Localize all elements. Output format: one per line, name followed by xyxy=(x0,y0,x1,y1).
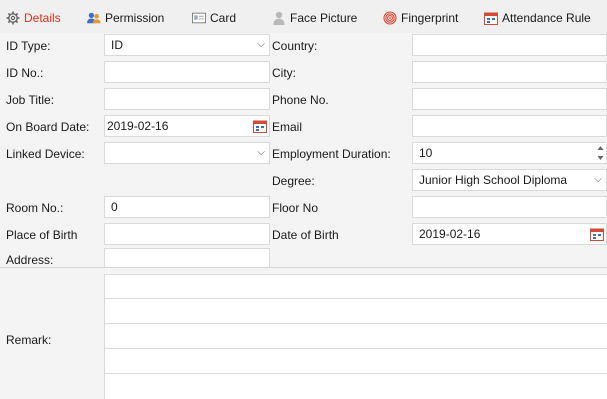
tab-face-picture[interactable]: Face Picture xyxy=(272,10,357,26)
tab-details-label: Details xyxy=(24,11,61,25)
email-label: Email xyxy=(272,120,303,134)
tab-bar: Details Permission Card Face Picture Fin… xyxy=(0,0,607,34)
remark-label: Remark: xyxy=(6,333,52,347)
tab-permission-label: Permission xyxy=(105,11,165,25)
degree-label: Degree: xyxy=(272,174,315,188)
remark-line xyxy=(104,298,607,299)
on-board-date-input[interactable]: 2019-02-16 xyxy=(104,115,270,137)
id-type-label: ID Type: xyxy=(6,39,51,53)
id-no-label: ID No.: xyxy=(6,66,44,80)
remark-line xyxy=(104,323,607,324)
calendar-icon xyxy=(484,11,498,25)
id-type-value: ID xyxy=(111,38,123,52)
id-no-input[interactable] xyxy=(104,61,270,83)
room-no-input[interactable]: 0 xyxy=(104,196,270,218)
tab-face-picture-label: Face Picture xyxy=(290,11,358,25)
address-input[interactable] xyxy=(104,248,270,268)
tab-fingerprint[interactable]: Fingerprint xyxy=(383,10,458,26)
users-icon xyxy=(87,11,101,25)
calendar-picker-icon[interactable] xyxy=(253,119,267,133)
tab-attendance-rule-label: Attendance Rule xyxy=(502,11,591,25)
card-icon xyxy=(192,11,206,25)
country-label: Country: xyxy=(272,39,318,53)
section-divider xyxy=(0,267,607,268)
calendar-picker-icon[interactable] xyxy=(590,227,604,241)
employment-duration-stepper[interactable]: 10 xyxy=(412,142,607,164)
fingerprint-icon xyxy=(383,11,397,25)
tab-card-label: Card xyxy=(210,11,237,25)
date-of-birth-value: 2019-02-16 xyxy=(419,227,481,241)
person-icon xyxy=(272,11,286,25)
address-label: Address: xyxy=(6,253,54,267)
tab-permission[interactable]: Permission xyxy=(87,10,164,26)
phone-no-label: Phone No. xyxy=(272,93,329,107)
degree-value: Junior High School Diploma xyxy=(419,173,568,187)
place-of-birth-input[interactable] xyxy=(104,223,270,245)
on-board-date-value: 2019-02-16 xyxy=(107,119,169,133)
degree-select[interactable]: Junior High School Diploma ⌵ xyxy=(412,169,607,191)
gear-icon xyxy=(6,11,20,25)
tab-details[interactable]: Details xyxy=(6,10,61,26)
email-input[interactable] xyxy=(412,115,607,137)
floor-no-label: Floor No xyxy=(272,201,319,215)
chevron-down-icon: ⌵ xyxy=(257,39,265,50)
date-of-birth-label: Date of Birth xyxy=(272,228,339,242)
remark-line xyxy=(104,348,607,349)
room-no-value: 0 xyxy=(111,200,118,214)
room-no-label: Room No.: xyxy=(6,201,64,215)
id-type-select[interactable]: ID ⌵ xyxy=(104,34,270,56)
chevron-down-icon: ⌵ xyxy=(257,147,265,158)
floor-no-input[interactable] xyxy=(412,196,607,218)
tab-attendance-rule[interactable]: Attendance Rule xyxy=(484,10,591,26)
details-form: ID Type: ID ⌵ ID No.: Job Title: On Boar… xyxy=(0,33,607,399)
city-input[interactable] xyxy=(412,61,607,83)
tab-fingerprint-label: Fingerprint xyxy=(401,11,459,25)
remark-line xyxy=(104,373,607,374)
chevron-down-icon: ⌵ xyxy=(594,174,602,185)
phone-no-input[interactable] xyxy=(412,88,607,110)
employment-duration-value: 10 xyxy=(419,146,433,160)
job-title-label: Job Title: xyxy=(6,93,55,107)
linked-device-label: Linked Device: xyxy=(6,147,85,161)
remark-textarea[interactable] xyxy=(104,274,607,399)
country-input[interactable] xyxy=(412,34,607,56)
on-board-date-label: On Board Date: xyxy=(6,120,90,134)
tab-card[interactable]: Card xyxy=(192,10,236,26)
date-of-birth-input[interactable]: 2019-02-16 xyxy=(412,223,607,245)
city-label: City: xyxy=(272,66,296,80)
linked-device-select[interactable]: ⌵ xyxy=(104,142,270,164)
place-of-birth-label: Place of Birth xyxy=(6,228,78,242)
remark-line xyxy=(104,274,607,275)
spinner-arrows-icon[interactable] xyxy=(596,143,605,163)
employment-duration-label: Employment Duration: xyxy=(272,147,391,161)
job-title-input[interactable] xyxy=(104,88,270,110)
